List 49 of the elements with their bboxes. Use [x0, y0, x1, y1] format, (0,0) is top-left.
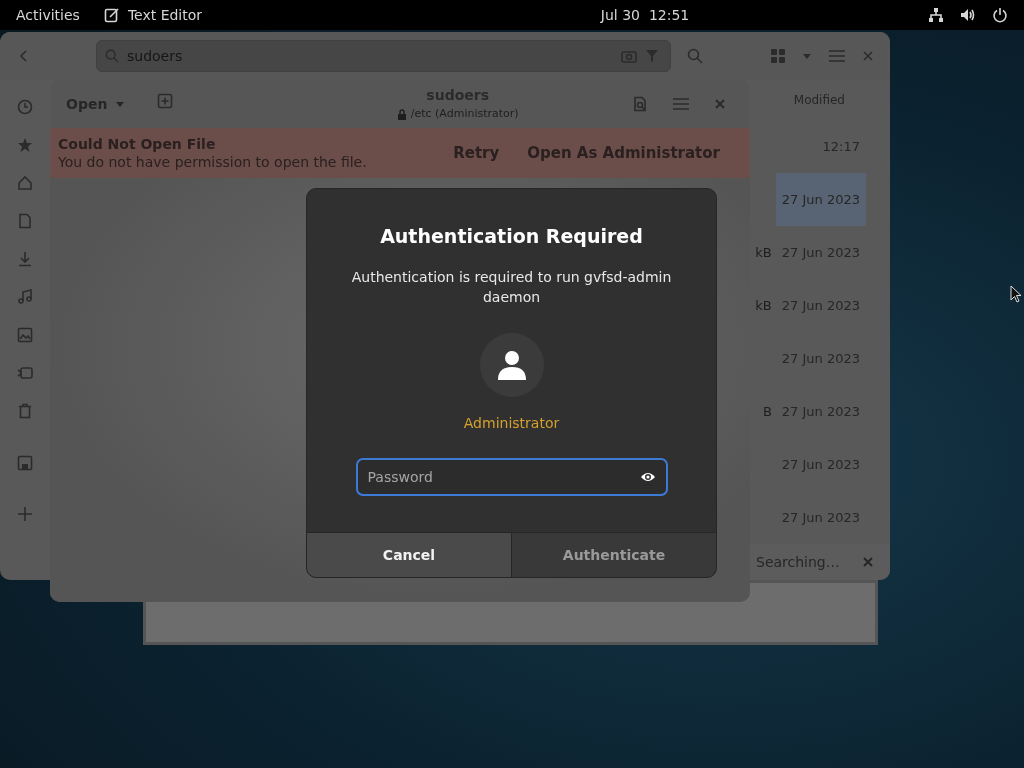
infobar-message: You do not have permission to open the file.	[58, 153, 368, 171]
file-size: kB	[755, 243, 772, 262]
user-name: Administrator	[463, 413, 560, 433]
search-icon[interactable]	[632, 96, 648, 112]
caret-icon	[115, 99, 126, 109]
dialog-message: Authentication is required to run gvfsd-admin daemon	[350, 267, 673, 307]
search-icon	[105, 49, 119, 63]
video-icon[interactable]	[17, 365, 33, 381]
close-icon[interactable]	[862, 50, 874, 62]
filter-icon[interactable]	[645, 49, 659, 63]
close-icon[interactable]	[862, 556, 874, 568]
music-icon[interactable]	[17, 289, 33, 305]
infobar-title: Could Not Open File	[58, 135, 217, 153]
close-icon[interactable]	[714, 98, 726, 110]
menu-icon[interactable]	[672, 96, 690, 112]
caret-icon[interactable]	[802, 51, 812, 61]
network-icon[interactable]	[928, 7, 944, 23]
file-size: B	[762, 402, 772, 421]
download-icon[interactable]	[17, 251, 33, 267]
power-icon[interactable]	[992, 7, 1008, 23]
file-size: kB	[755, 296, 772, 315]
clock[interactable]: Jul 30 12:51	[600, 4, 690, 26]
grid-view-icon[interactable]	[770, 48, 786, 64]
file-date: 27 Jun 2023	[781, 190, 860, 209]
infobar-button[interactable]: Open As Administrator	[513, 135, 734, 171]
edit-icon	[103, 7, 120, 23]
menu-icon[interactable]	[828, 48, 846, 64]
lock-icon	[396, 109, 407, 120]
new-tab-icon[interactable]	[157, 93, 174, 109]
file-row[interactable]: 27 Jun 2023	[775, 173, 866, 226]
star-icon[interactable]	[17, 137, 33, 153]
camera-icon[interactable]	[621, 49, 637, 63]
volume-icon[interactable]	[960, 7, 976, 23]
password-field[interactable]: Password	[355, 457, 668, 496]
document-icon[interactable]	[17, 213, 33, 229]
clock-icon[interactable]	[17, 99, 33, 115]
activities-button[interactable]: Activities	[16, 4, 80, 26]
dialog-title: Authentication Required	[380, 224, 643, 249]
search-icon[interactable]	[687, 48, 703, 64]
trash-icon[interactable]	[17, 403, 33, 419]
pointer-icon	[1010, 285, 1022, 303]
image-icon[interactable]	[17, 327, 33, 343]
dialog-button[interactable]: Cancel	[307, 533, 511, 577]
infobar-button[interactable]: Retry	[439, 135, 514, 171]
home-icon[interactable]	[17, 175, 33, 191]
drive-icon[interactable]	[17, 455, 33, 471]
eye-icon[interactable]	[639, 470, 656, 483]
app-menu[interactable]: Text Editor	[127, 4, 203, 26]
plus-icon[interactable]	[17, 506, 33, 522]
